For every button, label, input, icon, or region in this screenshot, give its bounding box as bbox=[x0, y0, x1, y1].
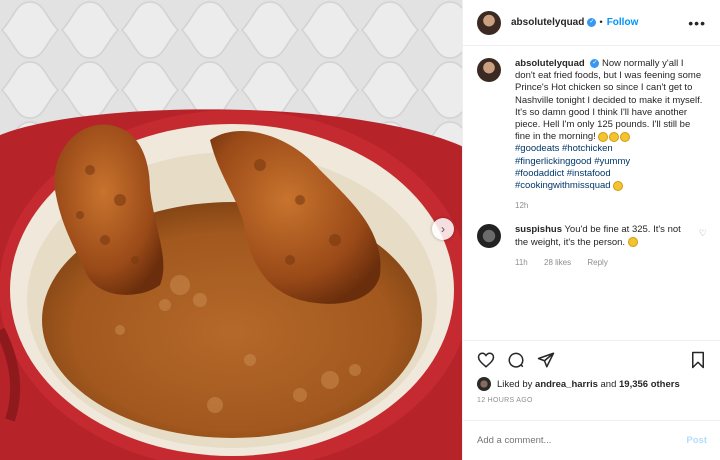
author-username[interactable]: absolutelyquad bbox=[511, 17, 584, 28]
likes-and: and bbox=[600, 378, 617, 390]
caption-meta: 12h bbox=[515, 200, 705, 212]
likes-prefix: Liked by bbox=[497, 378, 533, 390]
instagram-post: › absolutelyquad ✓ • Follow ••• absolute… bbox=[0, 0, 720, 460]
bookmark-icon[interactable] bbox=[689, 351, 707, 369]
comment-likes[interactable]: 28 likes bbox=[544, 258, 571, 267]
next-arrow-icon[interactable]: › bbox=[432, 218, 454, 240]
verified-badge-icon: ✓ bbox=[587, 18, 597, 27]
post-timestamp[interactable]: 12 HOURS AGO bbox=[477, 397, 707, 404]
caption-time[interactable]: 12h bbox=[515, 201, 528, 210]
action-icons bbox=[477, 349, 707, 371]
caption-text: Now normally y'all I don't eat fried foo… bbox=[515, 58, 703, 143]
caption-author-avatar[interactable] bbox=[477, 58, 501, 82]
more-options-icon[interactable]: ••• bbox=[688, 15, 706, 31]
caption-author[interactable]: absolutelyquad bbox=[515, 58, 585, 69]
comment-meta: 11h 28 likes Reply bbox=[515, 257, 685, 269]
comment-author[interactable]: suspishus bbox=[515, 224, 562, 235]
reply-button[interactable]: Reply bbox=[587, 258, 607, 267]
comments-list: absolutelyquad ✓ Now normally y'all I do… bbox=[463, 58, 720, 281]
hashtag[interactable]: #foodaddict bbox=[515, 168, 564, 179]
hashtag[interactable]: #yummy bbox=[594, 156, 630, 167]
post-header: absolutelyquad ✓ • Follow ••• bbox=[463, 0, 720, 46]
separator-dot: • bbox=[599, 17, 603, 28]
likes-count[interactable]: 19,356 others bbox=[619, 379, 680, 390]
add-comment-input[interactable] bbox=[477, 435, 687, 446]
heart-icon[interactable] bbox=[477, 351, 495, 369]
add-comment-bar: Post bbox=[463, 420, 720, 460]
emoji-group bbox=[598, 131, 631, 142]
share-icon[interactable] bbox=[537, 351, 555, 369]
fried-chicken-photo bbox=[0, 0, 462, 460]
caption-body: absolutelyquad ✓ Now normally y'all I do… bbox=[515, 58, 705, 212]
author-avatar[interactable] bbox=[477, 10, 501, 35]
comment-time[interactable]: 11h bbox=[515, 258, 528, 267]
hashtag[interactable]: #instafood bbox=[567, 168, 611, 179]
comment-body: suspishus You'd be fine at 325. It's not… bbox=[515, 224, 685, 269]
likes-summary: Liked by andrea_harris and 19,356 others bbox=[477, 377, 707, 391]
hashtag[interactable]: #goodeats bbox=[515, 143, 559, 154]
comment-icon[interactable] bbox=[507, 351, 525, 369]
comment-item: suspishus You'd be fine at 325. It's not… bbox=[477, 224, 707, 269]
post-comment-button[interactable]: Post bbox=[686, 435, 707, 446]
post-side-panel: absolutelyquad ✓ • Follow ••• absolutely… bbox=[462, 0, 720, 460]
hashtag[interactable]: #fingerlickinggood bbox=[515, 156, 592, 167]
hashtag[interactable]: #hotchicken bbox=[562, 143, 613, 154]
liker-avatar[interactable] bbox=[477, 377, 491, 391]
commenter-avatar[interactable] bbox=[477, 224, 501, 249]
post-actions: Liked by andrea_harris and 19,356 others… bbox=[463, 340, 720, 404]
emoji bbox=[613, 180, 624, 191]
comment-like-heart-icon[interactable]: ♡ bbox=[699, 224, 707, 239]
verified-badge-icon: ✓ bbox=[590, 58, 600, 68]
post-image[interactable]: › bbox=[0, 0, 462, 460]
follow-button[interactable]: Follow bbox=[607, 17, 639, 28]
caption: absolutelyquad ✓ Now normally y'all I do… bbox=[477, 58, 707, 212]
emoji bbox=[627, 237, 638, 248]
hashtag[interactable]: #cookingwithmissquad bbox=[515, 180, 611, 191]
liker-username[interactable]: andrea_harris bbox=[535, 379, 598, 390]
